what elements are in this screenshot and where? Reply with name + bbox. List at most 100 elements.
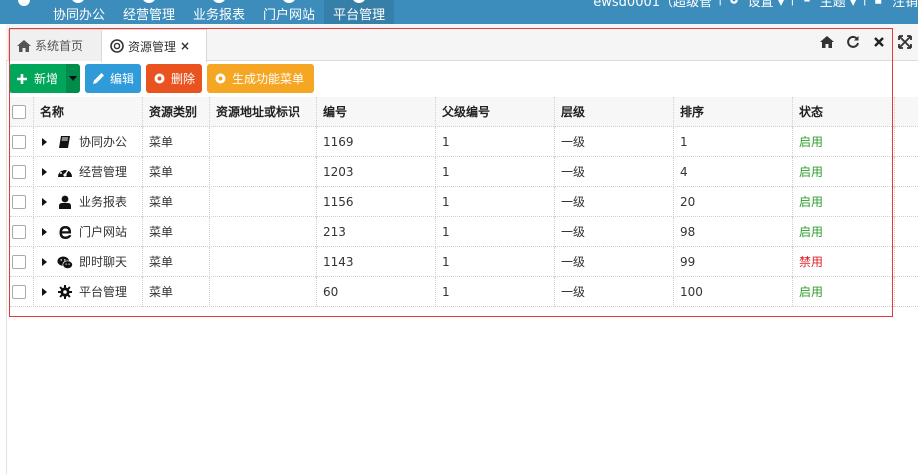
- code-cell: 60: [317, 277, 436, 307]
- topnav-item-jingying[interactable]: 经营管理: [114, 0, 184, 24]
- column-header[interactable]: 排序: [674, 97, 793, 127]
- code-cell: 1156: [317, 187, 436, 217]
- addr-cell: [210, 247, 317, 277]
- expand-caret-icon[interactable]: [42, 198, 47, 206]
- menu-icon: [142, 0, 157, 3]
- parent-cell: 1: [436, 217, 555, 247]
- row-checkbox-cell: [10, 247, 34, 277]
- fullscreen-button[interactable]: [892, 32, 918, 52]
- row-checkbox[interactable]: [12, 255, 26, 269]
- row-name: 门户网站: [79, 225, 128, 239]
- row-checkbox[interactable]: [12, 195, 26, 209]
- addr-cell: [210, 277, 317, 307]
- status-cell: 启用: [793, 127, 895, 157]
- wechat-icon: [57, 254, 73, 270]
- pencil-icon: [91, 72, 105, 86]
- sort-cell: 4: [674, 157, 793, 187]
- user-toolbar: ewsd0001（超级管 | 设置 ▾ | 主题 ▾ | 注销: [574, 0, 918, 24]
- top-navbar: 协同办公 经营管理 业务报表 门户网站 平台管理 ewsd0001（超级管 | …: [0, 0, 918, 24]
- topnav-label: 平台管理: [333, 8, 386, 23]
- logout-link[interactable]: 注销: [873, 0, 918, 10]
- expand-caret-icon[interactable]: [42, 168, 47, 176]
- type-cell: 菜单: [143, 157, 210, 187]
- row-checkbox[interactable]: [12, 135, 26, 149]
- row-name: 平台管理: [79, 285, 128, 299]
- addr-cell: [210, 217, 317, 247]
- menu-icon: [352, 0, 367, 3]
- edit-button[interactable]: 编辑: [85, 64, 141, 93]
- expand-caret-icon[interactable]: [42, 138, 47, 146]
- status-cell: 禁用: [793, 247, 895, 277]
- gear-icon: [152, 72, 166, 86]
- home-icon: [820, 36, 834, 48]
- expand-caret-icon[interactable]: [42, 288, 47, 296]
- addr-cell: [210, 157, 317, 187]
- column-header[interactable]: 编号: [317, 97, 436, 127]
- row-checkbox-cell: [10, 277, 34, 307]
- column-header[interactable]: 资源类别: [143, 97, 210, 127]
- add-dropdown-toggle[interactable]: [66, 64, 80, 93]
- tab-bar: 系统首页 资源管理 ×: [6, 24, 918, 62]
- theme-label: 主题: [819, 0, 846, 10]
- table-row[interactable]: 门户网站 菜单 213 1 一级 98 启用: [10, 217, 918, 247]
- type-cell: 菜单: [143, 217, 210, 247]
- expand-caret-icon[interactable]: [42, 228, 47, 236]
- addr-cell: [210, 127, 317, 157]
- column-header[interactable]: 状态: [793, 97, 895, 127]
- table-row[interactable]: 业务报表 菜单 1156 1 一级 20 启用: [10, 187, 918, 217]
- topnav-item-xietong[interactable]: 协同办公: [0, 0, 114, 24]
- column-header[interactable]: 父级编号: [436, 97, 555, 127]
- menu-icon: [71, 0, 85, 3]
- divider: |: [790, 0, 794, 6]
- row-checkbox[interactable]: [12, 165, 26, 179]
- expand-caret-icon[interactable]: [42, 258, 47, 266]
- divider: |: [862, 0, 866, 6]
- tab-home[interactable]: 系统首页: [8, 29, 102, 61]
- tab-resource-management[interactable]: 资源管理 ×: [101, 29, 207, 62]
- gear-icon: [730, 0, 739, 4]
- row-checkbox-cell: [10, 127, 34, 157]
- type-cell: 菜单: [143, 247, 210, 277]
- level-cell: 一级: [555, 277, 674, 307]
- generate-menu-button[interactable]: 生成功能菜单: [207, 64, 314, 93]
- expand-icon: [898, 35, 912, 49]
- column-header[interactable]: 名称: [34, 97, 143, 127]
- theme-menu[interactable]: 主题 ▾: [801, 0, 856, 10]
- dashboard-icon: [57, 164, 73, 180]
- tab-label: 资源管理: [128, 39, 177, 54]
- close-all-button[interactable]: [866, 32, 892, 52]
- sort-cell: 100: [674, 277, 793, 307]
- column-header[interactable]: 资源地址或标识: [210, 97, 317, 127]
- refresh-button[interactable]: [840, 32, 866, 52]
- row-checkbox[interactable]: [12, 225, 26, 239]
- generate-label: 生成功能菜单: [232, 72, 305, 86]
- column-header[interactable]: 层级: [555, 97, 674, 127]
- parent-cell: 1: [436, 187, 555, 217]
- level-cell: 一级: [555, 127, 674, 157]
- home-button[interactable]: [814, 32, 840, 52]
- table-row[interactable]: 平台管理 菜单 60 1 一级 100 启用: [10, 277, 918, 307]
- delete-button[interactable]: 删除: [146, 64, 202, 93]
- close-icon[interactable]: ×: [180, 39, 190, 53]
- row-name: 业务报表: [79, 195, 128, 209]
- gear-icon: [213, 72, 227, 86]
- select-all-checkbox[interactable]: [12, 105, 26, 119]
- add-button[interactable]: 新增: [9, 64, 80, 93]
- table-row[interactable]: 协同办公 菜单 1169 1 一级 1 启用: [10, 127, 918, 157]
- delete-label: 删除: [171, 72, 196, 86]
- topnav-item-pingtai[interactable]: 平台管理: [324, 0, 395, 24]
- row-checkbox[interactable]: [12, 285, 26, 299]
- name-cell: 门户网站: [34, 217, 143, 247]
- settings-menu[interactable]: 设置 ▾: [728, 0, 784, 10]
- table-row[interactable]: 即时聊天 菜单 1143 1 一级 99 禁用: [10, 247, 918, 277]
- gear-icon: [57, 284, 73, 300]
- topnav-item-baobiao[interactable]: 业务报表: [184, 0, 254, 24]
- status-cell: 启用: [793, 217, 895, 247]
- table-row[interactable]: 经营管理 菜单 1203 1 一级 4 启用: [10, 157, 918, 187]
- topnav-label: 门户网站: [263, 8, 316, 23]
- topnav-item-menhu[interactable]: 门户网站: [254, 0, 324, 24]
- close-icon: [874, 37, 884, 47]
- user-menu[interactable]: ewsd0001（超级管: [574, 0, 712, 10]
- caret-down-icon: ▾: [777, 0, 785, 10]
- menu-icon: [282, 0, 297, 3]
